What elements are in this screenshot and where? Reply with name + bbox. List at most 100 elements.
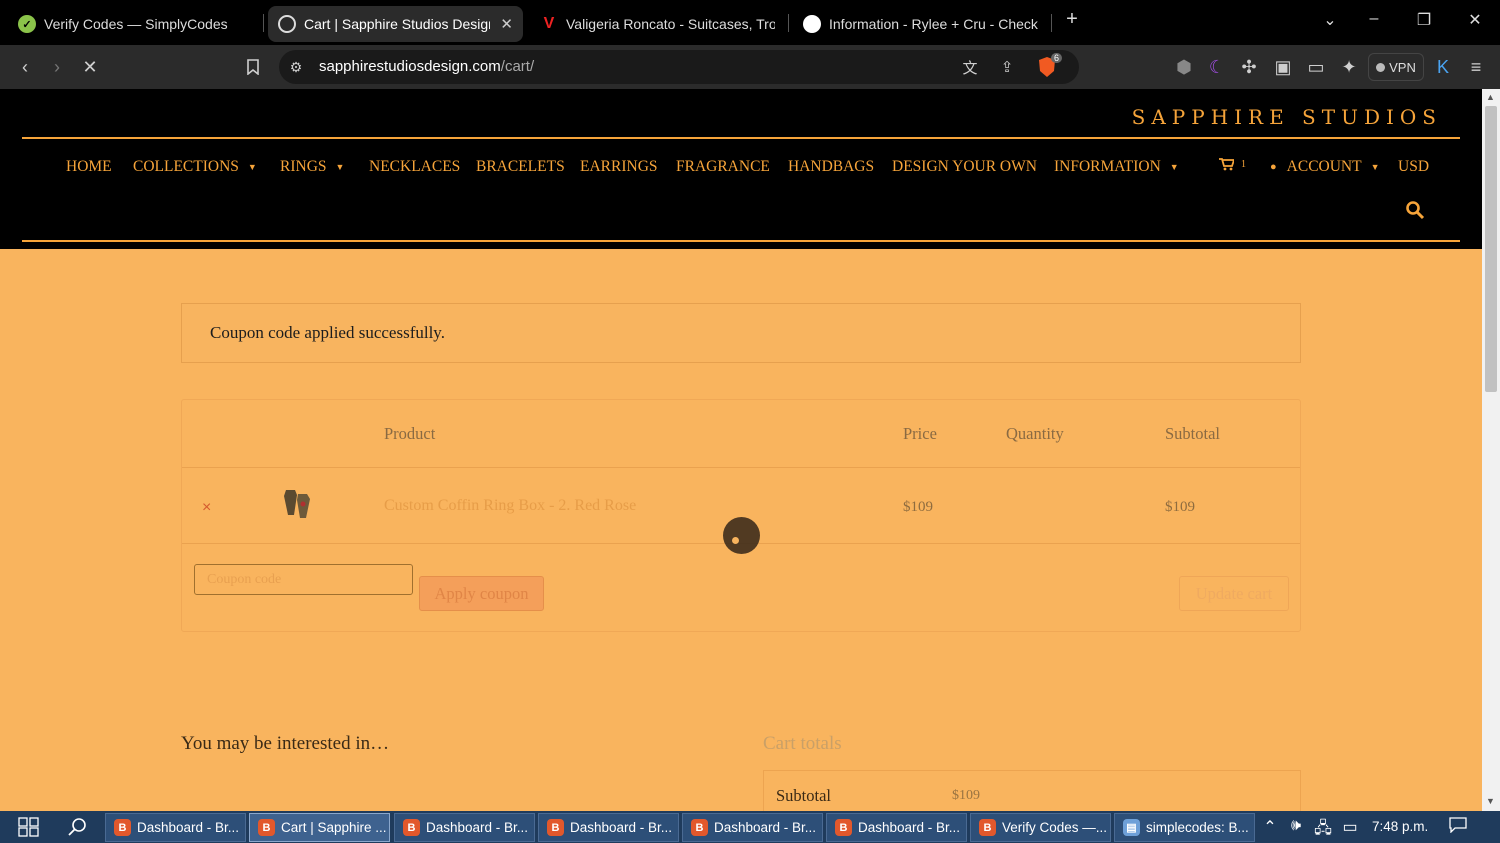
restore-icon[interactable]: ❐ [1412,10,1436,30]
nav-home[interactable]: HOME [66,158,112,176]
taskbar-item[interactable]: B Cart | Sapphire ... [249,813,390,842]
nav-currency[interactable]: USD [1398,158,1429,176]
stop-loading-icon[interactable]: ✕ [78,55,102,79]
tab-cart-sapphire[interactable]: Cart | Sapphire Studios Design ✕ [268,6,523,42]
nav-handbags[interactable]: HANDBAGS [788,158,874,176]
taskbar-item[interactable]: B Verify Codes —... [970,813,1111,842]
battery-icon[interactable]: ▭ [1340,817,1360,837]
extension-robot-icon[interactable]: ⬢ [1172,55,1196,79]
tab-separator [788,14,789,32]
volume-icon[interactable]: 🕪 [1286,817,1306,835]
search-icon[interactable] [1405,200,1427,222]
tab-separator [1051,14,1052,32]
cart-totals-table: Subtotal $109 [763,770,1301,811]
tab-verify-codes[interactable]: ✓ Verify Codes — SimplyCodes [8,6,263,42]
cart-count-badge: 1 [1241,159,1246,170]
back-arrow-icon[interactable]: ‹ [13,55,37,79]
caret-down-icon: ▼ [1370,162,1380,172]
minimize-icon[interactable]: – [1362,10,1386,28]
forward-arrow-icon[interactable]: › [45,55,69,79]
header-divider-bottom [22,240,1460,242]
update-cart-button[interactable]: Update cart [1179,576,1289,611]
close-window-icon[interactable]: ✕ [1463,10,1487,30]
extension-k-icon[interactable]: K [1431,55,1455,79]
nav-necklaces[interactable]: NECKLACES [369,158,460,176]
nav-label: RINGS [280,158,327,175]
tab-list-chevron-icon[interactable]: ⌄ [1318,10,1342,30]
tab-rylee-cru[interactable]: Information - Rylee + Cru - Checkout [793,6,1048,42]
bookmark-icon[interactable] [241,55,265,79]
product-thumbnail[interactable] [282,488,312,525]
nav-fragrance[interactable]: FRAGRANCE [676,158,770,176]
wallet-icon[interactable]: ▭ [1304,55,1328,79]
simplycodes-favicon-icon: ✓ [18,15,36,33]
search-taskbar-icon[interactable] [68,817,88,842]
url-text[interactable]: sapphirestudiosdesign.com/cart/ [319,58,534,75]
roncato-favicon-icon: V [543,15,555,32]
nav-label: NECKLACES [369,158,461,175]
notifications-icon[interactable] [1448,817,1468,838]
nav-label: ACCOUNT [1286,158,1362,175]
taskbar-item[interactable]: B Dashboard - Br... [105,813,246,842]
taskbar-clock[interactable]: 7:48 p.m. [1372,819,1428,834]
scroll-up-arrow-icon[interactable]: ▲ [1486,92,1495,102]
vpn-label: VPN [1389,59,1416,75]
header-subtotal: Subtotal [1165,424,1221,443]
nav-earrings[interactable]: EARRINGS [580,158,658,176]
nav-design-your-own[interactable]: DESIGN YOUR OWN [892,158,1037,176]
tab-title: Verify Codes — SimplyCodes [44,16,228,32]
taskbar-label: Dashboard - Br... [714,820,817,835]
nav-cart[interactable]: 1 [1219,158,1246,171]
taskbar-label: Dashboard - Br... [137,820,240,835]
nav-label: FRAGRANCE [676,158,770,175]
taskbar-item[interactable]: B Dashboard - Br... [826,813,967,842]
new-tab-plus-icon[interactable]: + [1060,8,1084,31]
address-bar[interactable]: ⚙ sapphirestudiosdesign.com/cart/ 文 ⇪ 6 [279,50,1079,84]
translate-icon[interactable]: 文 [958,55,982,79]
dark-mode-moon-icon[interactable]: ☾ [1205,55,1229,79]
nav-account[interactable]: ● ACCOUNT ▼ [1270,158,1380,176]
network-icon[interactable]: 🖧 [1313,817,1333,843]
caret-down-icon: ▼ [1169,162,1179,172]
taskbar-item[interactable]: B Dashboard - Br... [394,813,535,842]
nav-collections[interactable]: COLLECTIONS ▼ [133,158,257,176]
brave-icon: B [114,819,131,836]
site-settings-icon[interactable]: ⚙ [284,55,308,79]
nav-information[interactable]: INFORMATION ▼ [1054,158,1179,176]
menu-hamburger-icon[interactable]: ≡ [1464,55,1488,79]
nav-label: BRACELETS [476,158,565,175]
nav-label: COLLECTIONS [133,158,239,175]
site-header: SAPPHIRE STUDIOS HOME COLLECTIONS ▼ RINGS… [0,89,1482,249]
nav-bracelets[interactable]: BRACELETS [476,158,565,176]
sidebar-toggle-icon[interactable]: ▣ [1271,55,1295,79]
vpn-button[interactable]: VPN [1368,53,1424,81]
task-view-icon[interactable] [18,817,39,842]
currency-label: USD [1398,158,1430,175]
extensions-puzzle-icon[interactable]: ✣ [1237,55,1261,79]
tab-valigeria-roncato[interactable]: V Valigeria Roncato - Suitcases, Trolley [530,6,785,42]
apply-coupon-button[interactable]: Apply coupon [419,576,544,611]
taskbar-item[interactable]: ▤ simplecodes: B... [1114,813,1255,842]
sapphire-favicon-icon [278,15,296,33]
tab-close-icon[interactable]: ✕ [490,15,513,33]
scroll-thumb[interactable] [1485,106,1497,392]
coupon-code-input[interactable] [194,564,413,595]
taskbar-item[interactable]: B Dashboard - Br... [682,813,823,842]
totals-subtotal-label: Subtotal [776,786,832,805]
taskbar-item[interactable]: B Dashboard - Br... [538,813,679,842]
share-icon[interactable]: ⇪ [995,55,1019,79]
remove-item-icon[interactable]: × [202,499,211,517]
page-scrollbar[interactable]: ▲ ▼ [1482,89,1500,811]
header-product: Product [384,424,436,443]
product-name-link[interactable]: Custom Coffin Ring Box - 2. Red Rose [384,497,636,515]
item-price: $109 [903,499,933,515]
tray-chevron-up-icon[interactable]: ⌃ [1260,817,1280,837]
item-subtotal: $109 [1165,499,1195,515]
brave-icon: B [691,819,708,836]
site-logo[interactable]: SAPPHIRE STUDIOS [1132,105,1442,129]
leo-ai-icon[interactable]: ✦ [1337,55,1361,79]
nav-rings[interactable]: RINGS ▼ [280,158,344,176]
scroll-down-arrow-icon[interactable]: ▼ [1486,796,1495,806]
header-divider-top [22,137,1460,139]
cart-totals-heading: Cart totals [763,733,842,754]
